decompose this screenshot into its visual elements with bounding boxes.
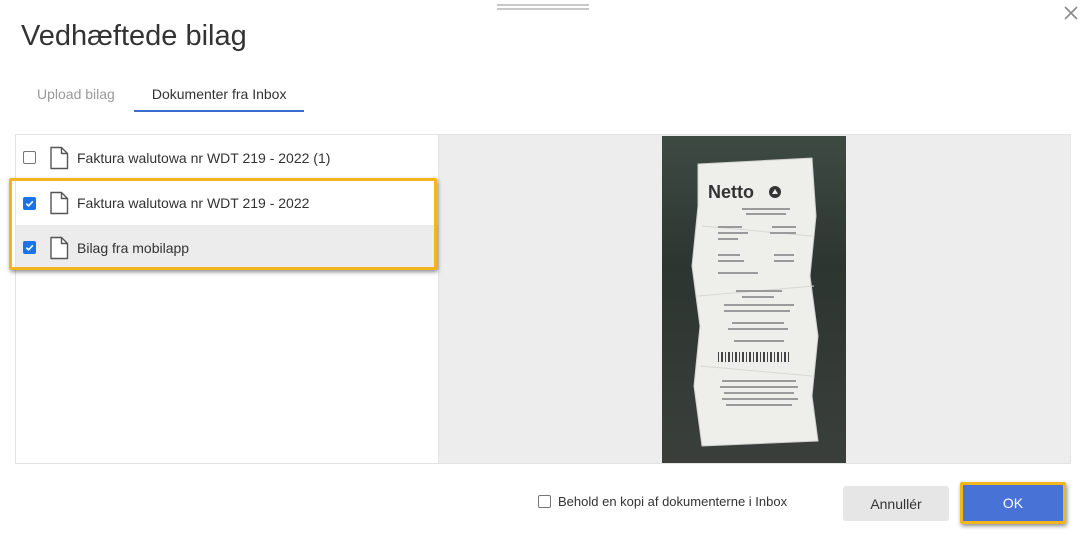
- tab-dokumenter-fra-inbox[interactable]: Dokumenter fra Inbox: [133, 80, 305, 112]
- file-checkbox[interactable]: [23, 196, 36, 210]
- file-list: Faktura walutowa nr WDT 219 - 2022 (1) F…: [16, 135, 439, 463]
- keep-copy-checkbox-box[interactable]: [538, 495, 551, 508]
- keep-copy-label: Behold en kopi af dokumenterne i Inbox: [558, 494, 788, 509]
- list-item[interactable]: Bilag fra mobilapp: [16, 225, 438, 270]
- file-checkbox[interactable]: [23, 241, 36, 254]
- file-name: Faktura walutowa nr WDT 219 - 2022: [77, 195, 310, 211]
- file-name: Faktura walutowa nr WDT 219 - 2022 (1): [77, 149, 331, 166]
- document-icon: [49, 146, 69, 170]
- cancel-button[interactable]: Annullér: [843, 486, 949, 521]
- ok-button-highlight: OK: [960, 482, 1066, 524]
- store-logo-text: Netto: [708, 182, 754, 202]
- document-icon: [49, 191, 69, 215]
- close-icon[interactable]: [1062, 4, 1080, 22]
- list-item[interactable]: Faktura walutowa nr WDT 219 - 2022: [16, 180, 438, 225]
- ok-button[interactable]: OK: [963, 485, 1063, 521]
- drag-handle[interactable]: [497, 4, 589, 13]
- tab-bar: Upload bilag Dokumenter fra Inbox: [18, 80, 305, 112]
- keep-copy-checkbox[interactable]: Behold en kopi af dokumenterne i Inbox: [538, 494, 787, 509]
- file-checkbox[interactable]: [23, 151, 36, 164]
- file-name: Bilag fra mobilapp: [77, 239, 190, 256]
- document-icon: [49, 236, 69, 260]
- dialog-title: Vedhæftede bilag: [21, 20, 247, 52]
- tab-upload-bilag[interactable]: Upload bilag: [18, 80, 134, 112]
- documents-panel: Faktura walutowa nr WDT 219 - 2022 (1) F…: [15, 134, 1071, 464]
- document-preview: Netto: [439, 135, 1070, 463]
- list-item[interactable]: Faktura walutowa nr WDT 219 - 2022 (1): [16, 135, 438, 180]
- receipt-photo: Netto: [662, 136, 846, 463]
